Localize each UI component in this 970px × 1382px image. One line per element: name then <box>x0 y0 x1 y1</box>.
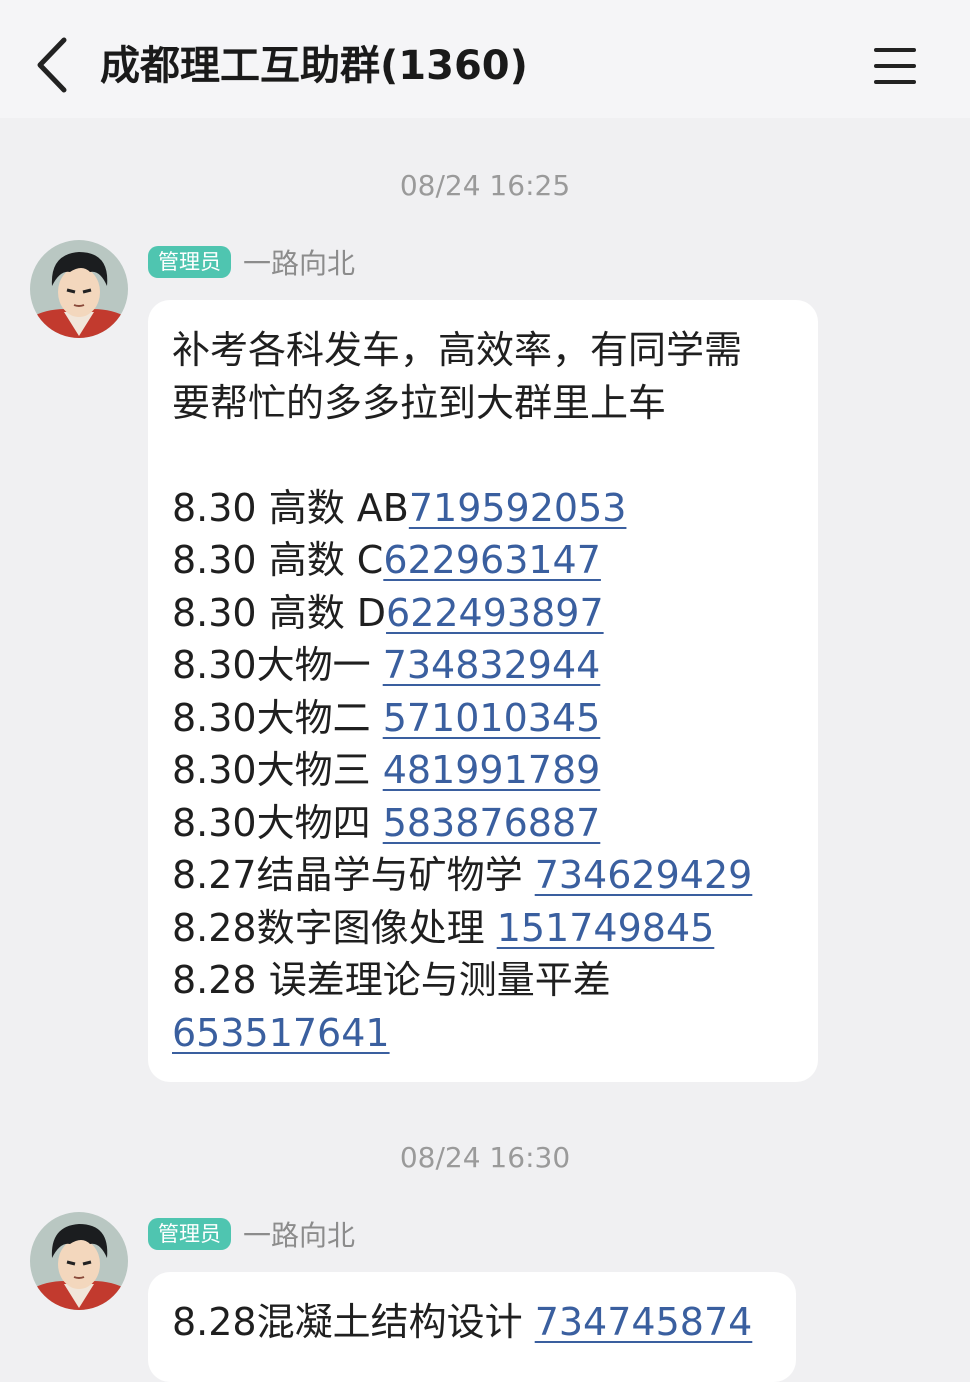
hamburger-menu-icon <box>874 48 916 52</box>
message-text-line: 补考各科发车，高效率，有同学需 <box>172 328 743 372</box>
avatar[interactable] <box>30 240 128 338</box>
exam-entry: 8.30 高数 C622963147 <box>172 538 601 582</box>
group-number-link[interactable]: 622963147 <box>383 538 601 582</box>
message-timestamp: 08/24 16:30 <box>399 1141 571 1174</box>
exam-entry: 653517641 <box>172 1007 794 1060</box>
message-bubble[interactable]: 8.28混凝土结构设计 734745874 <box>148 1272 796 1382</box>
admin-badge: 管理员 <box>148 246 231 278</box>
anime-avatar-icon <box>30 1212 128 1310</box>
message-text-line: 要帮忙的多多拉到大群里上车 <box>172 380 667 425</box>
menu-button[interactable] <box>870 44 922 88</box>
message-timestamp: 08/24 16:25 <box>399 169 571 202</box>
exam-entry: 8.30大物四 583876887 <box>172 800 601 845</box>
group-number-link[interactable]: 481991789 <box>383 748 601 792</box>
group-number-link[interactable]: 151749845 <box>497 906 715 950</box>
sender-name[interactable]: 一路向北 <box>243 242 355 282</box>
exam-entry: 8.28数字图像处理 151749845 <box>172 905 715 950</box>
group-number-link[interactable]: 653517641 <box>172 1011 390 1055</box>
exam-entry: 8.30大物二 571010345 <box>172 695 601 740</box>
message-bubble[interactable]: 补考各科发车，高效率，有同学需 要帮忙的多多拉到大群里上车 8.30 高数 AB… <box>148 300 818 1082</box>
group-number-link[interactable]: 734629429 <box>535 853 753 897</box>
group-number-link[interactable]: 622493897 <box>386 591 604 635</box>
avatar[interactable] <box>30 1212 128 1310</box>
admin-badge: 管理员 <box>148 1218 231 1250</box>
chat-title: 成都理工互助群(1360) <box>100 43 528 89</box>
exam-entry: 8.28混凝土结构设计 734745874 <box>172 1300 753 1344</box>
group-number-link[interactable]: 734745874 <box>535 1300 753 1344</box>
sender-row: 管理员 一路向北 <box>148 1216 355 1252</box>
back-button[interactable] <box>30 36 76 94</box>
top-bar: 成都理工互助群(1360) <box>0 0 970 118</box>
exam-entry: 8.30大物三 481991789 <box>172 748 601 792</box>
group-number-link[interactable]: 571010345 <box>383 696 601 740</box>
chevron-left-icon <box>37 37 67 93</box>
anime-avatar-icon <box>30 240 128 338</box>
group-number-link[interactable]: 719592053 <box>409 486 627 530</box>
exam-entry: 8.27结晶学与矿物学 734629429 <box>172 853 753 897</box>
group-number-link[interactable]: 734832944 <box>383 643 601 687</box>
exam-entry: 8.30 高数 AB719592053 <box>172 485 627 530</box>
sender-name[interactable]: 一路向北 <box>243 1214 355 1254</box>
exam-entry: 8.28 误差理论与测量平差 <box>172 958 611 1002</box>
sender-row: 管理员 一路向北 <box>148 244 355 280</box>
exam-entry: 8.30大物一 734832944 <box>172 643 601 687</box>
exam-entry: 8.30 高数 D622493897 <box>172 590 604 635</box>
group-number-link[interactable]: 583876887 <box>383 801 601 845</box>
